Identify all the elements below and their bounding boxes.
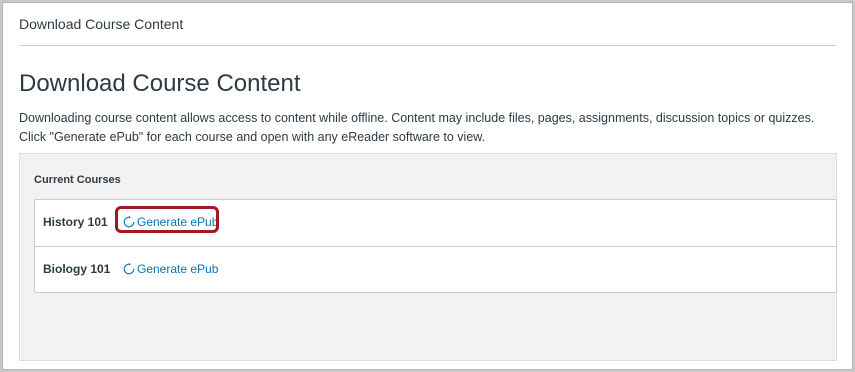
course-name: History 101	[43, 215, 108, 229]
course-row-history-101: History 101 Generate ePub	[35, 200, 836, 246]
course-name: Biology 101	[43, 262, 111, 276]
generate-epub-label: Generate ePub	[137, 262, 219, 276]
page-frame: Download Course Content Download Course …	[2, 2, 853, 370]
generate-epub-button[interactable]: Generate ePub	[123, 262, 218, 276]
current-courses-panel: Current Courses History 101 Generate ePu…	[19, 153, 837, 361]
current-courses-heading: Current Courses	[34, 174, 121, 186]
generate-epub-button[interactable]: Generate ePub	[123, 215, 218, 229]
course-row-biology-101: Biology 101 Generate ePub	[35, 246, 836, 292]
course-list: History 101 Generate ePub Biology 101 Ge…	[34, 199, 837, 293]
page-title: Download Course Content	[19, 70, 301, 97]
header-divider	[19, 45, 836, 46]
refresh-icon	[123, 263, 135, 275]
generate-epub-label: Generate ePub	[137, 215, 219, 229]
page-description: Downloading course content allows access…	[19, 111, 815, 144]
breadcrumb[interactable]: Download Course Content	[19, 16, 183, 32]
refresh-icon	[123, 216, 135, 228]
